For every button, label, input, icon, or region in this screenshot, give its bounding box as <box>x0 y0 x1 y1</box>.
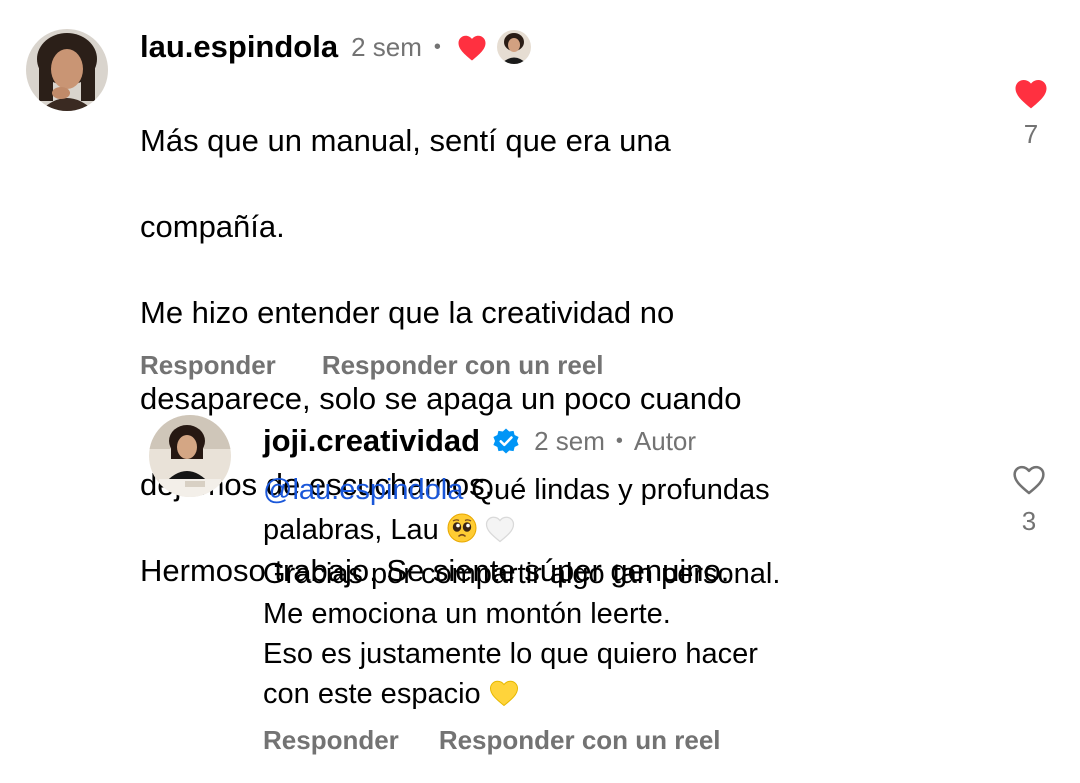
reply-line: @lau.espindola Qué lindas y profundas <box>263 470 963 510</box>
replier-avatar[interactable] <box>149 415 231 497</box>
comment-header: lau.espindola 2 sem • <box>140 28 531 66</box>
like-count: 3 <box>1021 506 1037 536</box>
reply-line: Gracias por compartir algo tan personal. <box>263 558 781 590</box>
commenter-avatar[interactable] <box>26 29 108 111</box>
heart-filled-icon[interactable] <box>1014 78 1048 109</box>
reply-header: joji.creatividad 2 sem • Autor <box>263 421 696 461</box>
reply-like: 3 <box>1002 464 1056 537</box>
comment-line: compañía. <box>140 209 285 244</box>
author-badge: Autor <box>633 425 697 456</box>
reply-with-reel-button[interactable]: Responder con un reel <box>439 723 721 757</box>
pleading-face-emoji <box>447 513 477 554</box>
commenter-username[interactable]: lau.espindola <box>140 29 338 65</box>
reply-text: Qué lindas y profundas <box>463 474 770 506</box>
comment-timestamp: 2 sem <box>351 31 422 62</box>
comment-line: Más que un manual, sentí que era una <box>140 123 671 158</box>
reply-body: @lau.espindola Qué lindas y profundas pa… <box>263 470 963 718</box>
reply-timestamp: 2 sem <box>534 425 605 456</box>
reply-line: Me emociona un montón leerte. <box>263 598 671 630</box>
reply-with-reel-button[interactable]: Responder con un reel <box>322 348 604 382</box>
reply-button[interactable]: Responder <box>263 723 399 757</box>
replier-username[interactable]: joji.creatividad <box>263 423 480 459</box>
reply-line: palabras, Lau <box>263 510 963 554</box>
meta-separator: • <box>615 429 623 452</box>
author-liked-heart-icon <box>457 34 487 61</box>
reply-line: con este espacio <box>263 674 963 718</box>
like-count: 7 <box>1023 119 1039 149</box>
reply-line: Eso es justamente lo que quiero hacer <box>263 638 758 670</box>
author-mini-avatar <box>496 30 531 64</box>
reply-button[interactable]: Responder <box>140 348 276 382</box>
meta-separator: • <box>433 35 441 58</box>
comment-actions: Responder Responder con un reel <box>140 348 604 382</box>
reply-text: palabras, Lau <box>263 514 439 546</box>
yellow-heart-emoji <box>489 678 519 718</box>
mention-link[interactable]: @lau.espindola <box>263 474 463 506</box>
heart-outline-icon[interactable] <box>1012 464 1046 495</box>
comment-line: Me hizo entender que la creatividad no <box>140 295 675 330</box>
comment-line: desaparece, solo se apaga un poco cuando <box>140 381 742 416</box>
verified-badge-icon <box>492 427 520 455</box>
reply-text: con este espacio <box>263 678 481 710</box>
comment-like: 7 <box>1004 78 1058 150</box>
reply-actions: Responder Responder con un reel <box>263 723 721 757</box>
white-heart-emoji <box>485 514 515 554</box>
